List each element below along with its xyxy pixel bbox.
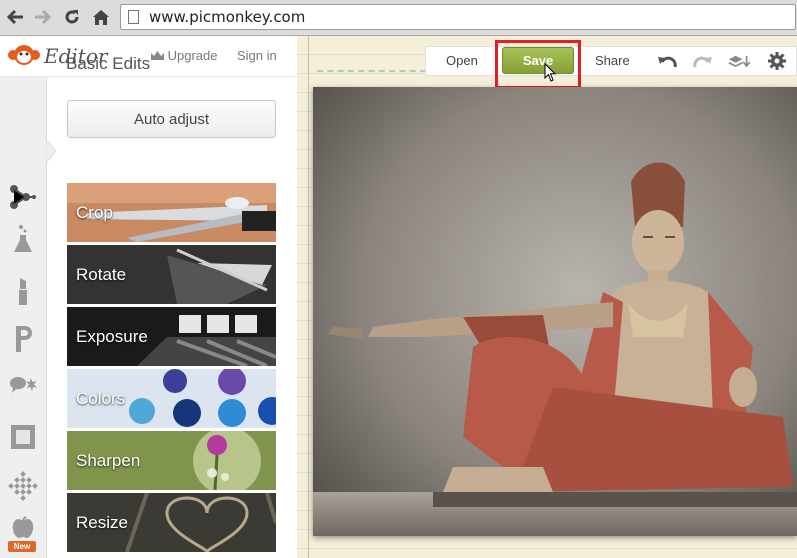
upgrade-label: Upgrade [167,48,218,63]
tile-label-sharpen: Sharpen [76,451,141,470]
tile-label-resize: Resize [76,513,128,532]
touch-up-lipstick-icon[interactable] [7,275,39,307]
back-arrow-icon[interactable] [4,6,26,28]
tile-label-colors: Colors [76,389,126,408]
photo-canvas[interactable] [313,87,797,536]
text-p-icon[interactable] [7,323,39,355]
home-icon[interactable] [90,6,112,28]
new-badge: New [8,541,36,552]
tile-label-crop: Crop [76,203,113,222]
monkey-logo-icon[interactable] [7,43,41,72]
resize-tile[interactable]: Resize [67,493,276,552]
open-button[interactable]: Open [446,53,478,68]
notebook-margin-line [308,36,309,558]
redo-icon[interactable] [692,51,714,71]
mouse-cursor-icon [544,63,557,82]
overlays-icon[interactable] [7,373,39,405]
signin-link[interactable]: Sign in [237,48,277,63]
frames-icon[interactable] [7,421,39,453]
auto-adjust-button[interactable]: Auto adjust [67,100,276,138]
forward-arrow-icon[interactable] [32,6,54,28]
sharpen-tile[interactable]: Sharpen [67,431,276,490]
page-icon [128,10,139,24]
address-bar[interactable]: www.picmonkey.com [120,4,796,30]
effects-flask-icon[interactable] [7,223,39,255]
save-highlight-box [495,40,581,89]
panel-pointer [46,139,56,163]
exposure-tile[interactable]: Exposure [67,307,276,366]
basic-edits-icon[interactable] [7,181,39,213]
colors-tile[interactable]: Colors [67,369,276,428]
tile-label-exposure: Exposure [76,327,148,346]
crown-icon [151,51,164,60]
reload-icon[interactable] [61,6,83,28]
upgrade-link[interactable]: Upgrade [151,48,218,63]
buddha-statue-photo [313,87,797,536]
tool-strip: New [0,77,47,558]
rotate-tile[interactable]: Rotate [67,245,276,304]
panel-title: Basic Edits [66,54,151,73]
textures-icon[interactable] [7,470,39,502]
gear-icon[interactable] [766,51,788,71]
browser-toolbar: www.picmonkey.com [0,0,797,36]
share-button[interactable]: Share [595,53,630,68]
undo-icon[interactable] [656,51,678,71]
url-text: www.picmonkey.com [149,8,306,26]
tile-label-rotate: Rotate [76,265,127,284]
crop-tile[interactable]: Crop [67,183,276,242]
layers-download-icon[interactable] [728,51,750,71]
